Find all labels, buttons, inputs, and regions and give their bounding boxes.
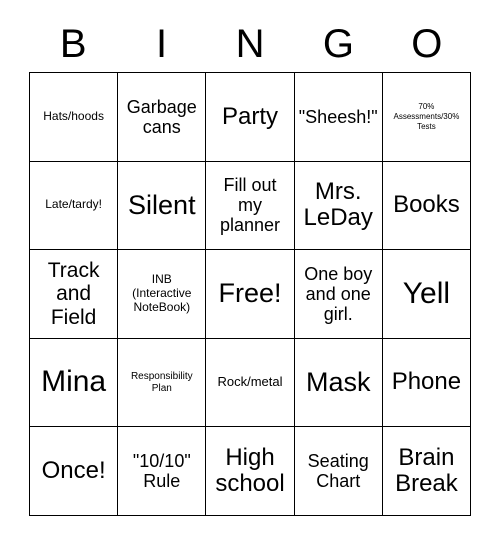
bingo-cell-label: Silent [128, 189, 196, 220]
bingo-card: B I N G O Hats/hoods Garbage cans Party … [0, 0, 500, 544]
bingo-cell-i2[interactable]: Silent [118, 161, 207, 251]
bingo-cell-label: Books [393, 191, 460, 219]
bingo-cell-label: Hats/hoods [43, 108, 104, 123]
bingo-cell-g1[interactable]: "Sheesh!" [294, 73, 383, 162]
bingo-grid: Hats/hoods Garbage cans Party "Sheesh!" … [29, 72, 472, 516]
bingo-cell-o1[interactable]: 70% Assessments/30% Tests [382, 73, 472, 162]
bingo-header-letter-n: N [235, 22, 265, 66]
bingo-cell-label: Late/tardy! [45, 197, 102, 212]
bingo-cell-b1[interactable]: Hats/hoods [30, 73, 119, 162]
bingo-row: Track and Field INB (Interactive NoteBoo… [30, 250, 472, 339]
bingo-cell-o2[interactable]: Books [382, 161, 472, 251]
bingo-cell-label: INB (Interactive NoteBook) [132, 272, 192, 314]
bingo-cell-g2[interactable]: Mrs. LeDay [294, 161, 383, 251]
bingo-cell-label: High school [215, 443, 285, 498]
bingo-header-letter-i: I [156, 22, 168, 66]
bingo-header-row: B I N G O [29, 16, 471, 72]
bingo-cell-label: Track and Field [47, 258, 100, 329]
bingo-cell-n4[interactable]: Rock/metal [206, 338, 295, 428]
bingo-cell-label: Fill out my planner [219, 175, 281, 236]
bingo-cell-i4[interactable]: Responsibility Plan [118, 338, 207, 428]
bingo-cell-n1[interactable]: Party [206, 73, 295, 162]
bingo-cell-label: Garbage cans [126, 96, 197, 137]
bingo-cell-g5[interactable]: Seating Chart [294, 427, 383, 516]
bingo-cell-b2[interactable]: Late/tardy! [30, 161, 119, 251]
bingo-cell-free-space[interactable]: Free! [206, 250, 295, 339]
bingo-cell-i3[interactable]: INB (Interactive NoteBook) [118, 250, 207, 339]
bingo-cell-label: One boy and one girl. [304, 263, 373, 325]
bingo-cell-label: Yell [402, 276, 451, 310]
bingo-cell-label: "Sheesh!" [298, 106, 378, 127]
bingo-row: Mina Responsibility Plan Rock/metal Mask… [30, 338, 472, 428]
bingo-cell-label: Rock/metal [217, 374, 283, 390]
bingo-cell-b4[interactable]: Mina [30, 338, 119, 428]
bingo-cell-o5[interactable]: Brain Break [382, 427, 472, 516]
bingo-cell-i5[interactable]: "10/10" Rule [118, 427, 207, 516]
bingo-row: Once! "10/10" Rule High school Seating C… [30, 427, 472, 516]
bingo-cell-label: Once! [41, 456, 106, 484]
bingo-cell-label: Party [222, 102, 279, 130]
bingo-cell-label: "10/10" Rule [132, 451, 191, 492]
bingo-header-letter-g: G [322, 22, 354, 66]
bingo-cell-label: Brain Break [395, 443, 458, 498]
bingo-header-letter-o: O [411, 22, 443, 66]
bingo-cell-label: Mina [41, 365, 107, 399]
bingo-header-letter-b: B [59, 22, 87, 66]
bingo-cell-label: Phone [391, 368, 462, 396]
bingo-cell-n2[interactable]: Fill out my planner [206, 161, 295, 251]
bingo-cell-b3[interactable]: Track and Field [30, 250, 119, 339]
bingo-row: Late/tardy! Silent Fill out my planner M… [30, 161, 472, 251]
bingo-cell-label: Free! [218, 278, 282, 309]
bingo-cell-b5[interactable]: Once! [30, 427, 119, 516]
bingo-cell-o3[interactable]: Yell [382, 250, 472, 339]
bingo-cell-label: Responsibility Plan [130, 370, 193, 394]
bingo-cell-g4[interactable]: Mask [294, 338, 383, 428]
bingo-cell-i1[interactable]: Garbage cans [118, 73, 207, 162]
bingo-row: Hats/hoods Garbage cans Party "Sheesh!" … [30, 73, 472, 162]
bingo-cell-label: Seating Chart [307, 451, 369, 492]
bingo-cell-n5[interactable]: High school [206, 427, 295, 516]
bingo-cell-label: Mrs. LeDay [303, 178, 373, 232]
bingo-cell-g3[interactable]: One boy and one girl. [294, 250, 383, 339]
bingo-cell-o4[interactable]: Phone [382, 338, 472, 428]
bingo-cell-label: 70% Assessments/30% Tests [393, 101, 460, 131]
bingo-cell-label: Mask [305, 366, 371, 397]
